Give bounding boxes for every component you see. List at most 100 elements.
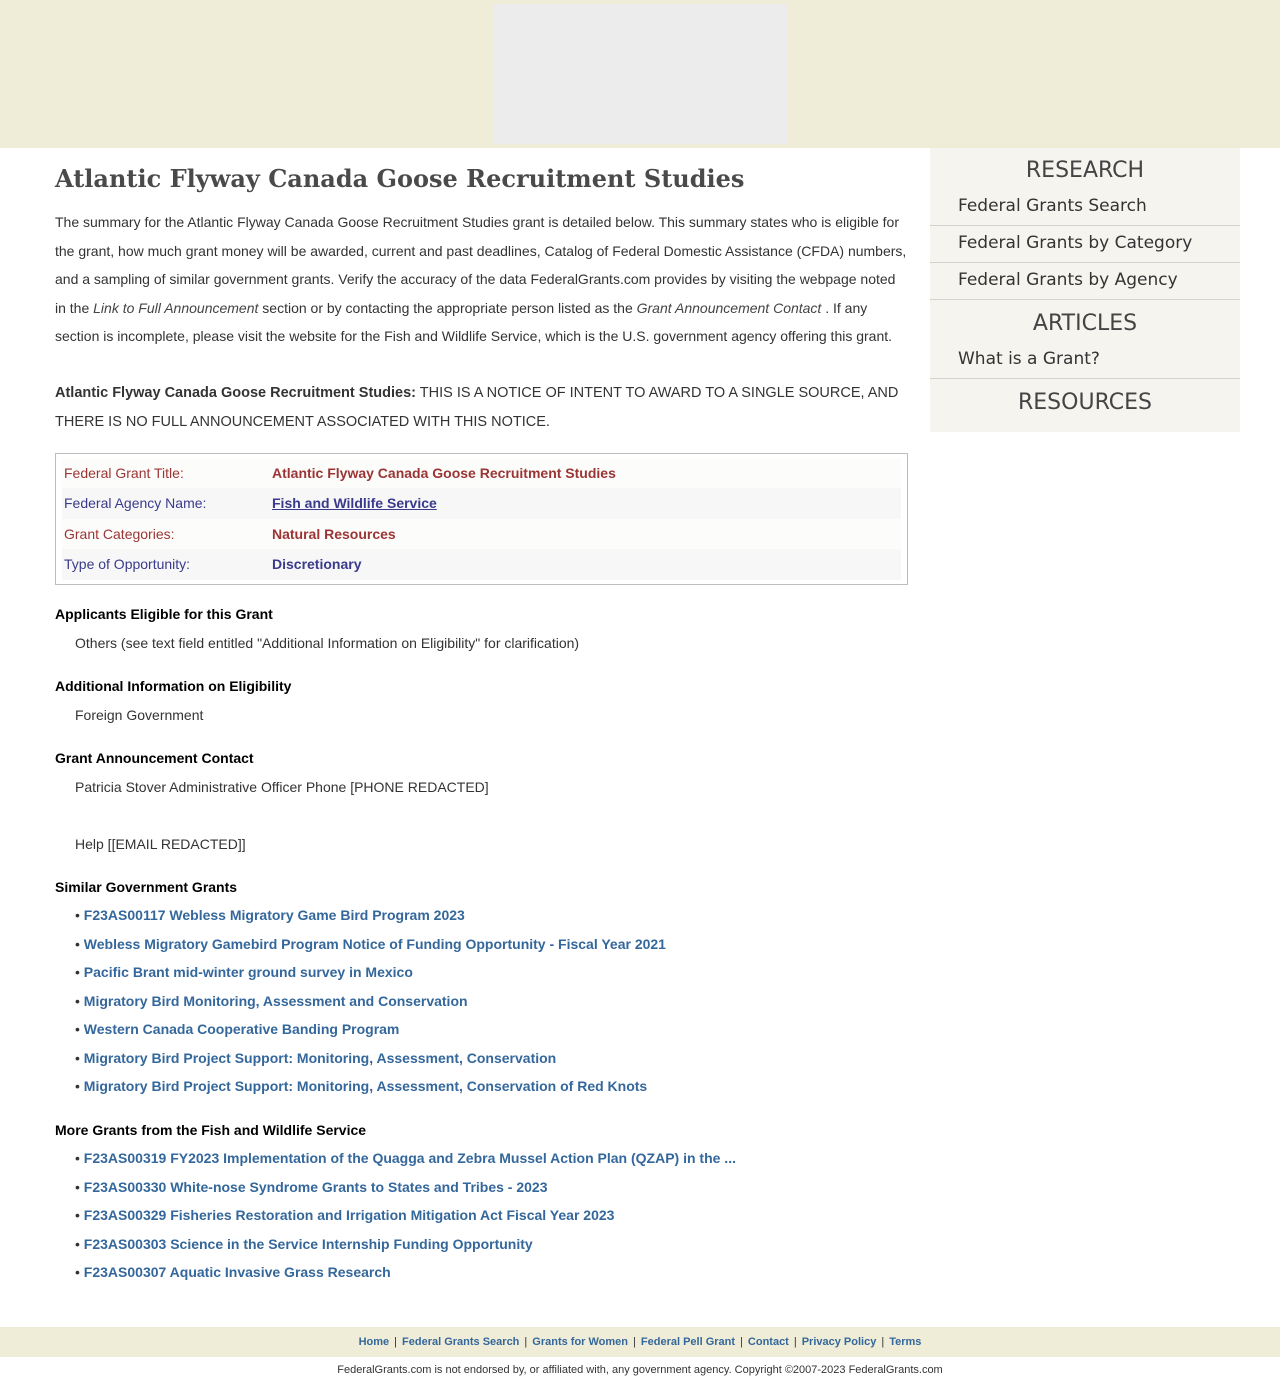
list-item: • Pacific Brant mid-winter ground survey…: [75, 958, 908, 987]
bullet: •: [75, 1264, 80, 1280]
eligible-section: Applicants Eligible for this Grant Other…: [55, 604, 908, 653]
agency-link[interactable]: Fish and Wildlife Service: [272, 495, 437, 511]
research-heading: RESEARCH: [1025, 158, 1145, 183]
sidebar-item-what-is-a-grant[interactable]: What is a Grant?: [930, 349, 1240, 369]
similar-grant-link[interactable]: Migratory Bird Project Support: Monitori…: [84, 1050, 556, 1066]
contact-section: Grant Announcement Contact Patricia Stov…: [55, 748, 908, 854]
footer-link-privacy[interactable]: Privacy Policy: [802, 1336, 877, 1348]
similar-grant-link[interactable]: Migratory Bird Project Support: Monitori…: [84, 1078, 647, 1094]
grant-title-value: Atlantic Flyway Canada Goose Recruitment…: [270, 457, 901, 488]
footer-link-home[interactable]: Home: [359, 1336, 390, 1348]
list-item: • F23AS00319 FY2023 Implementation of th…: [75, 1144, 908, 1173]
ad-placeholder: [493, 4, 787, 144]
list-item: • Migratory Bird Monitoring, Assessment …: [75, 987, 908, 1016]
notice-paragraph: Atlantic Flyway Canada Goose Recruitment…: [55, 379, 908, 437]
divider: [930, 299, 1240, 300]
sidebar-item-grants-by-agency[interactable]: Federal Grants by Agency: [930, 270, 1240, 290]
additional-section: Additional Information on Eligibility Fo…: [55, 676, 908, 725]
copyright-text: FederalGrants.com is not endorsed by, or…: [337, 1364, 943, 1376]
intro-text-2: section or by contacting the appropriate…: [262, 299, 633, 316]
sidebar-item-grants-by-category[interactable]: Federal Grants by Category: [930, 233, 1240, 253]
notice-title: Atlantic Flyway Canada Goose Recruitment…: [55, 384, 416, 401]
table-row: Federal Grant Title: Atlantic Flyway Can…: [62, 457, 901, 488]
grant-info-table: Federal Grant Title: Atlantic Flyway Can…: [55, 452, 908, 585]
contact-heading: Grant Announcement Contact: [55, 750, 254, 766]
footer-link-grants-for-women[interactable]: Grants for Women: [532, 1336, 628, 1348]
more-grant-link[interactable]: F23AS00329 Fisheries Restoration and Irr…: [84, 1207, 615, 1223]
divider: [930, 225, 1240, 226]
list-item: • Migratory Bird Project Support: Monito…: [75, 1072, 908, 1101]
type-value: Discretionary: [270, 549, 901, 580]
intro-link-label: Link to Full Announcement: [93, 299, 259, 316]
more-grant-link[interactable]: F23AS00307 Aquatic Invasive Grass Resear…: [84, 1264, 391, 1280]
divider: [930, 262, 1240, 263]
agency-label: Federal Agency Name:: [62, 488, 270, 519]
list-item: • Webless Migratory Gamebird Program Not…: [75, 930, 908, 959]
separator: |: [394, 1336, 398, 1348]
list-item: • F23AS00330 White-nose Syndrome Grants …: [75, 1173, 908, 1202]
table-row: Type of Opportunity: Discretionary: [62, 549, 901, 580]
categories-value: Natural Resources: [270, 518, 901, 549]
list-item: • F23AS00303 Science in the Service Inte…: [75, 1230, 908, 1259]
additional-heading: Additional Information on Eligibility: [55, 678, 292, 694]
eligible-heading: Applicants Eligible for this Grant: [55, 606, 273, 622]
sidebar-item-grants-search[interactable]: Federal Grants Search: [930, 196, 1240, 216]
more-grant-link[interactable]: F23AS00303 Science in the Service Intern…: [84, 1236, 533, 1252]
separator: |: [881, 1336, 885, 1348]
intro-paragraph: The summary for the Atlantic Flyway Cana…: [55, 208, 908, 351]
type-label: Type of Opportunity:: [62, 549, 270, 580]
bullet: •: [75, 992, 80, 1009]
separator: |: [633, 1336, 636, 1348]
bullet: •: [75, 1150, 80, 1166]
table-row: Federal Agency Name: Fish and Wildlife S…: [62, 488, 901, 519]
list-item: • F23AS00307 Aquatic Invasive Grass Rese…: [75, 1258, 908, 1287]
bullet: •: [75, 935, 80, 952]
footer-nav: Home | Federal Grants Search | Grants for Wo…: [0, 1327, 1280, 1357]
main-content: Atlantic Flyway Canada Goose Recruitment…: [55, 148, 908, 585]
similar-grant-link[interactable]: Webless Migratory Gamebird Program Notic…: [84, 936, 666, 952]
bullet: •: [75, 1235, 80, 1252]
list-item: • F23AS00329 Fisheries Restoration and I…: [75, 1201, 908, 1230]
sidebar: RESEARCH Federal Grants Search Federal G…: [930, 148, 1240, 432]
table-row: Grant Categories: Natural Resources: [62, 518, 901, 549]
more-grant-link[interactable]: F23AS00319 FY2023 Implementation of the …: [84, 1150, 736, 1166]
separator: |: [740, 1336, 743, 1348]
similar-list: • F23AS00117 Webless Migratory Game Bird…: [55, 901, 908, 1101]
similar-grant-link[interactable]: F23AS00117 Webless Migratory Game Bird P…: [84, 907, 465, 923]
additional-text: Foreign Government: [75, 707, 204, 723]
footer-link-terms[interactable]: Terms: [889, 1336, 921, 1348]
bullet: •: [75, 1078, 80, 1094]
more-grant-link[interactable]: F23AS00330 White-nose Syndrome Grants to…: [84, 1179, 548, 1195]
more-section: More Grants from the Fish and Wildlife S…: [55, 1120, 908, 1287]
grant-title-label: Federal Grant Title:: [62, 457, 270, 488]
categories-label: Grant Categories:: [62, 518, 270, 549]
eligible-text: Others (see text field entitled "Additio…: [75, 635, 580, 651]
divider: [930, 378, 1240, 379]
contact-text: Patricia Stover Administrative Officer P…: [75, 779, 489, 795]
top-banner: [0, 0, 1280, 148]
separator: |: [793, 1336, 797, 1348]
bullet: •: [75, 907, 80, 923]
page-title: Atlantic Flyway Canada Goose Recruitment…: [55, 164, 745, 193]
bullet: •: [75, 1207, 80, 1223]
contact-help: Help [[EMAIL REDACTED]]: [75, 836, 246, 852]
similar-grant-link[interactable]: Migratory Bird Monitoring, Assessment an…: [84, 993, 468, 1009]
list-item: • F23AS00117 Webless Migratory Game Bird…: [75, 901, 908, 930]
similar-heading: Similar Government Grants: [55, 879, 238, 895]
bullet: •: [75, 1178, 80, 1195]
similar-grant-link[interactable]: Western Canada Cooperative Banding Progr…: [84, 1021, 400, 1037]
more-list: • F23AS00319 FY2023 Implementation of th…: [55, 1144, 908, 1287]
footer-link-grants-search[interactable]: Federal Grants Search: [402, 1336, 519, 1348]
similar-section: Similar Government Grants • F23AS00117 W…: [55, 877, 908, 1101]
footer-link-contact[interactable]: Contact: [748, 1336, 789, 1348]
list-item: • Migratory Bird Project Support: Monito…: [75, 1044, 908, 1073]
footer-link-pell-grant[interactable]: Federal Pell Grant: [641, 1336, 735, 1348]
intro-contact-label: Grant Announcement Contact: [636, 299, 822, 316]
similar-grant-link[interactable]: Pacific Brant mid-winter ground survey i…: [84, 964, 413, 980]
more-heading: More Grants from the Fish and Wildlife S…: [55, 1122, 367, 1138]
list-item: • Western Canada Cooperative Banding Pro…: [75, 1015, 908, 1044]
bullet: •: [75, 1049, 80, 1066]
articles-heading: ARTICLES: [1032, 311, 1138, 336]
bullet: •: [75, 964, 80, 980]
separator: |: [524, 1336, 528, 1348]
